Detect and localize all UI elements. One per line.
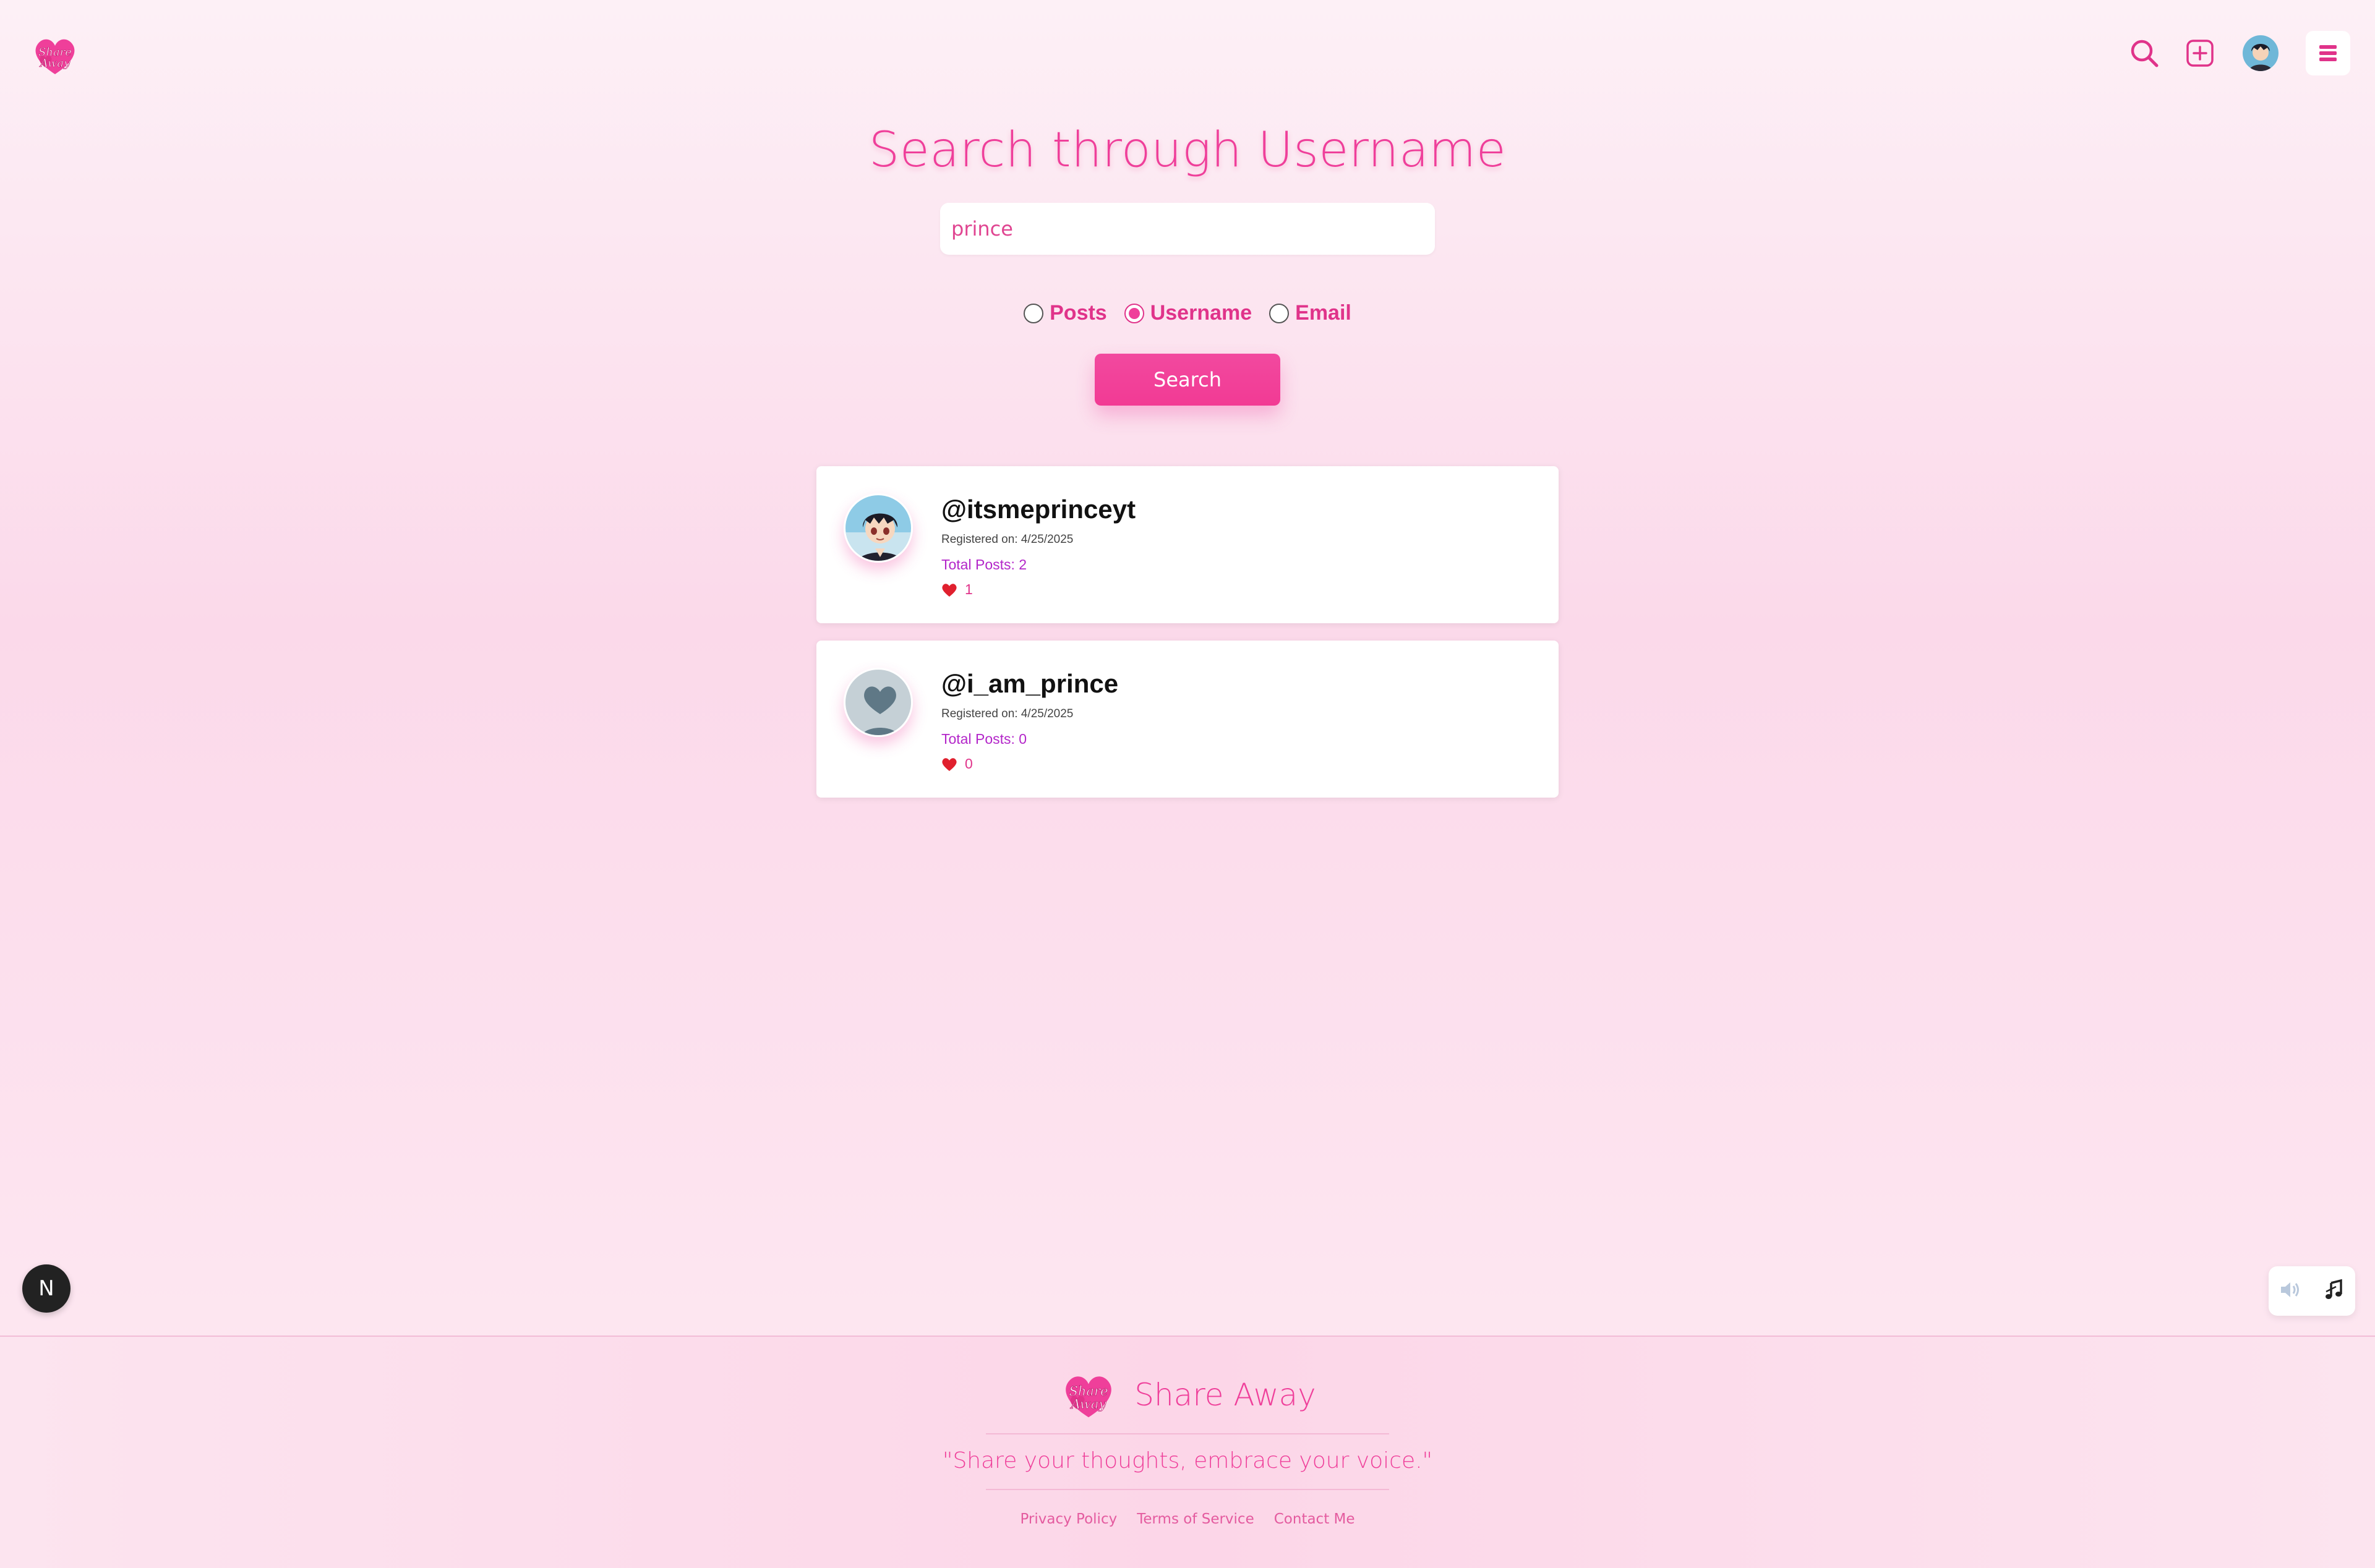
total-posts: Total Posts: 0 (941, 731, 1027, 747)
user-result-card[interactable]: @itsmeprinceyt Registered on: 4/25/2025 … (816, 466, 1559, 623)
likes-value: 0 (965, 756, 973, 772)
heart-icon (942, 583, 957, 597)
share-away-logo[interactable]: Share Away (30, 30, 80, 80)
search-input[interactable] (940, 203, 1435, 255)
music-note-icon[interactable] (2324, 1279, 2345, 1303)
user-result-card[interactable]: @i_am_prince Registered on: 4/25/2025 To… (816, 641, 1559, 798)
radio-label: Username (1150, 301, 1252, 325)
add-post-icon[interactable] (2172, 28, 2228, 78)
footer: Share Away Share Away "Share your though… (0, 1336, 2375, 1568)
username[interactable]: @itsmeprinceyt (941, 495, 1136, 524)
footer-divider (986, 1433, 1389, 1434)
footer-brand: Share Away Share Away (0, 1365, 2375, 1425)
heart-icon (942, 757, 957, 771)
radio-posts[interactable]: Posts (1024, 301, 1107, 325)
radio-email[interactable]: Email (1269, 301, 1351, 325)
likes-count: 1 (941, 581, 973, 598)
hamburger-menu-icon[interactable] (2306, 31, 2350, 75)
username[interactable]: @i_am_prince (941, 669, 1118, 699)
terms-of-service-link[interactable]: Terms of Service (1137, 1511, 1254, 1527)
svg-text:Away: Away (39, 57, 71, 70)
radio-circle[interactable] (1269, 303, 1290, 323)
total-posts: Total Posts: 2 (941, 556, 1027, 573)
radio-circle[interactable] (1124, 303, 1144, 323)
radio-label: Email (1295, 301, 1351, 325)
footer-brand-name: Share Away (1134, 1377, 1316, 1413)
page-title: Search through Username (868, 122, 1507, 178)
footer-divider (986, 1489, 1389, 1490)
anime-avatar[interactable] (844, 493, 913, 563)
search-icon[interactable] (2116, 28, 2172, 78)
footer-links: Privacy Policy Terms of Service Contact … (0, 1511, 2375, 1527)
search-button[interactable]: Search (1095, 354, 1280, 406)
search-type-options: Posts Username Email (0, 301, 2375, 325)
radio-circle[interactable] (1024, 303, 1044, 323)
registered-date: Registered on: 4/25/2025 (941, 533, 1074, 546)
user-avatar[interactable] (2233, 28, 2288, 78)
music-player-widget (2269, 1266, 2355, 1316)
svg-text:Away: Away (1070, 1396, 1107, 1412)
n-badge-button[interactable]: N (22, 1264, 71, 1313)
share-away-logo[interactable]: Share Away (1059, 1365, 1118, 1425)
likes-value: 1 (965, 581, 973, 597)
default-avatar[interactable] (844, 668, 913, 737)
speaker-icon[interactable] (2279, 1280, 2303, 1303)
top-navbar: Share Away (0, 0, 2375, 105)
registered-date: Registered on: 4/25/2025 (941, 707, 1074, 720)
footer-tagline: "Share your thoughts, embrace your voice… (942, 1448, 1433, 1473)
likes-count: 0 (941, 756, 973, 772)
radio-username[interactable]: Username (1124, 301, 1252, 325)
privacy-policy-link[interactable]: Privacy Policy (1020, 1511, 1117, 1527)
contact-me-link[interactable]: Contact Me (1274, 1511, 1355, 1527)
radio-label: Posts (1050, 301, 1107, 325)
